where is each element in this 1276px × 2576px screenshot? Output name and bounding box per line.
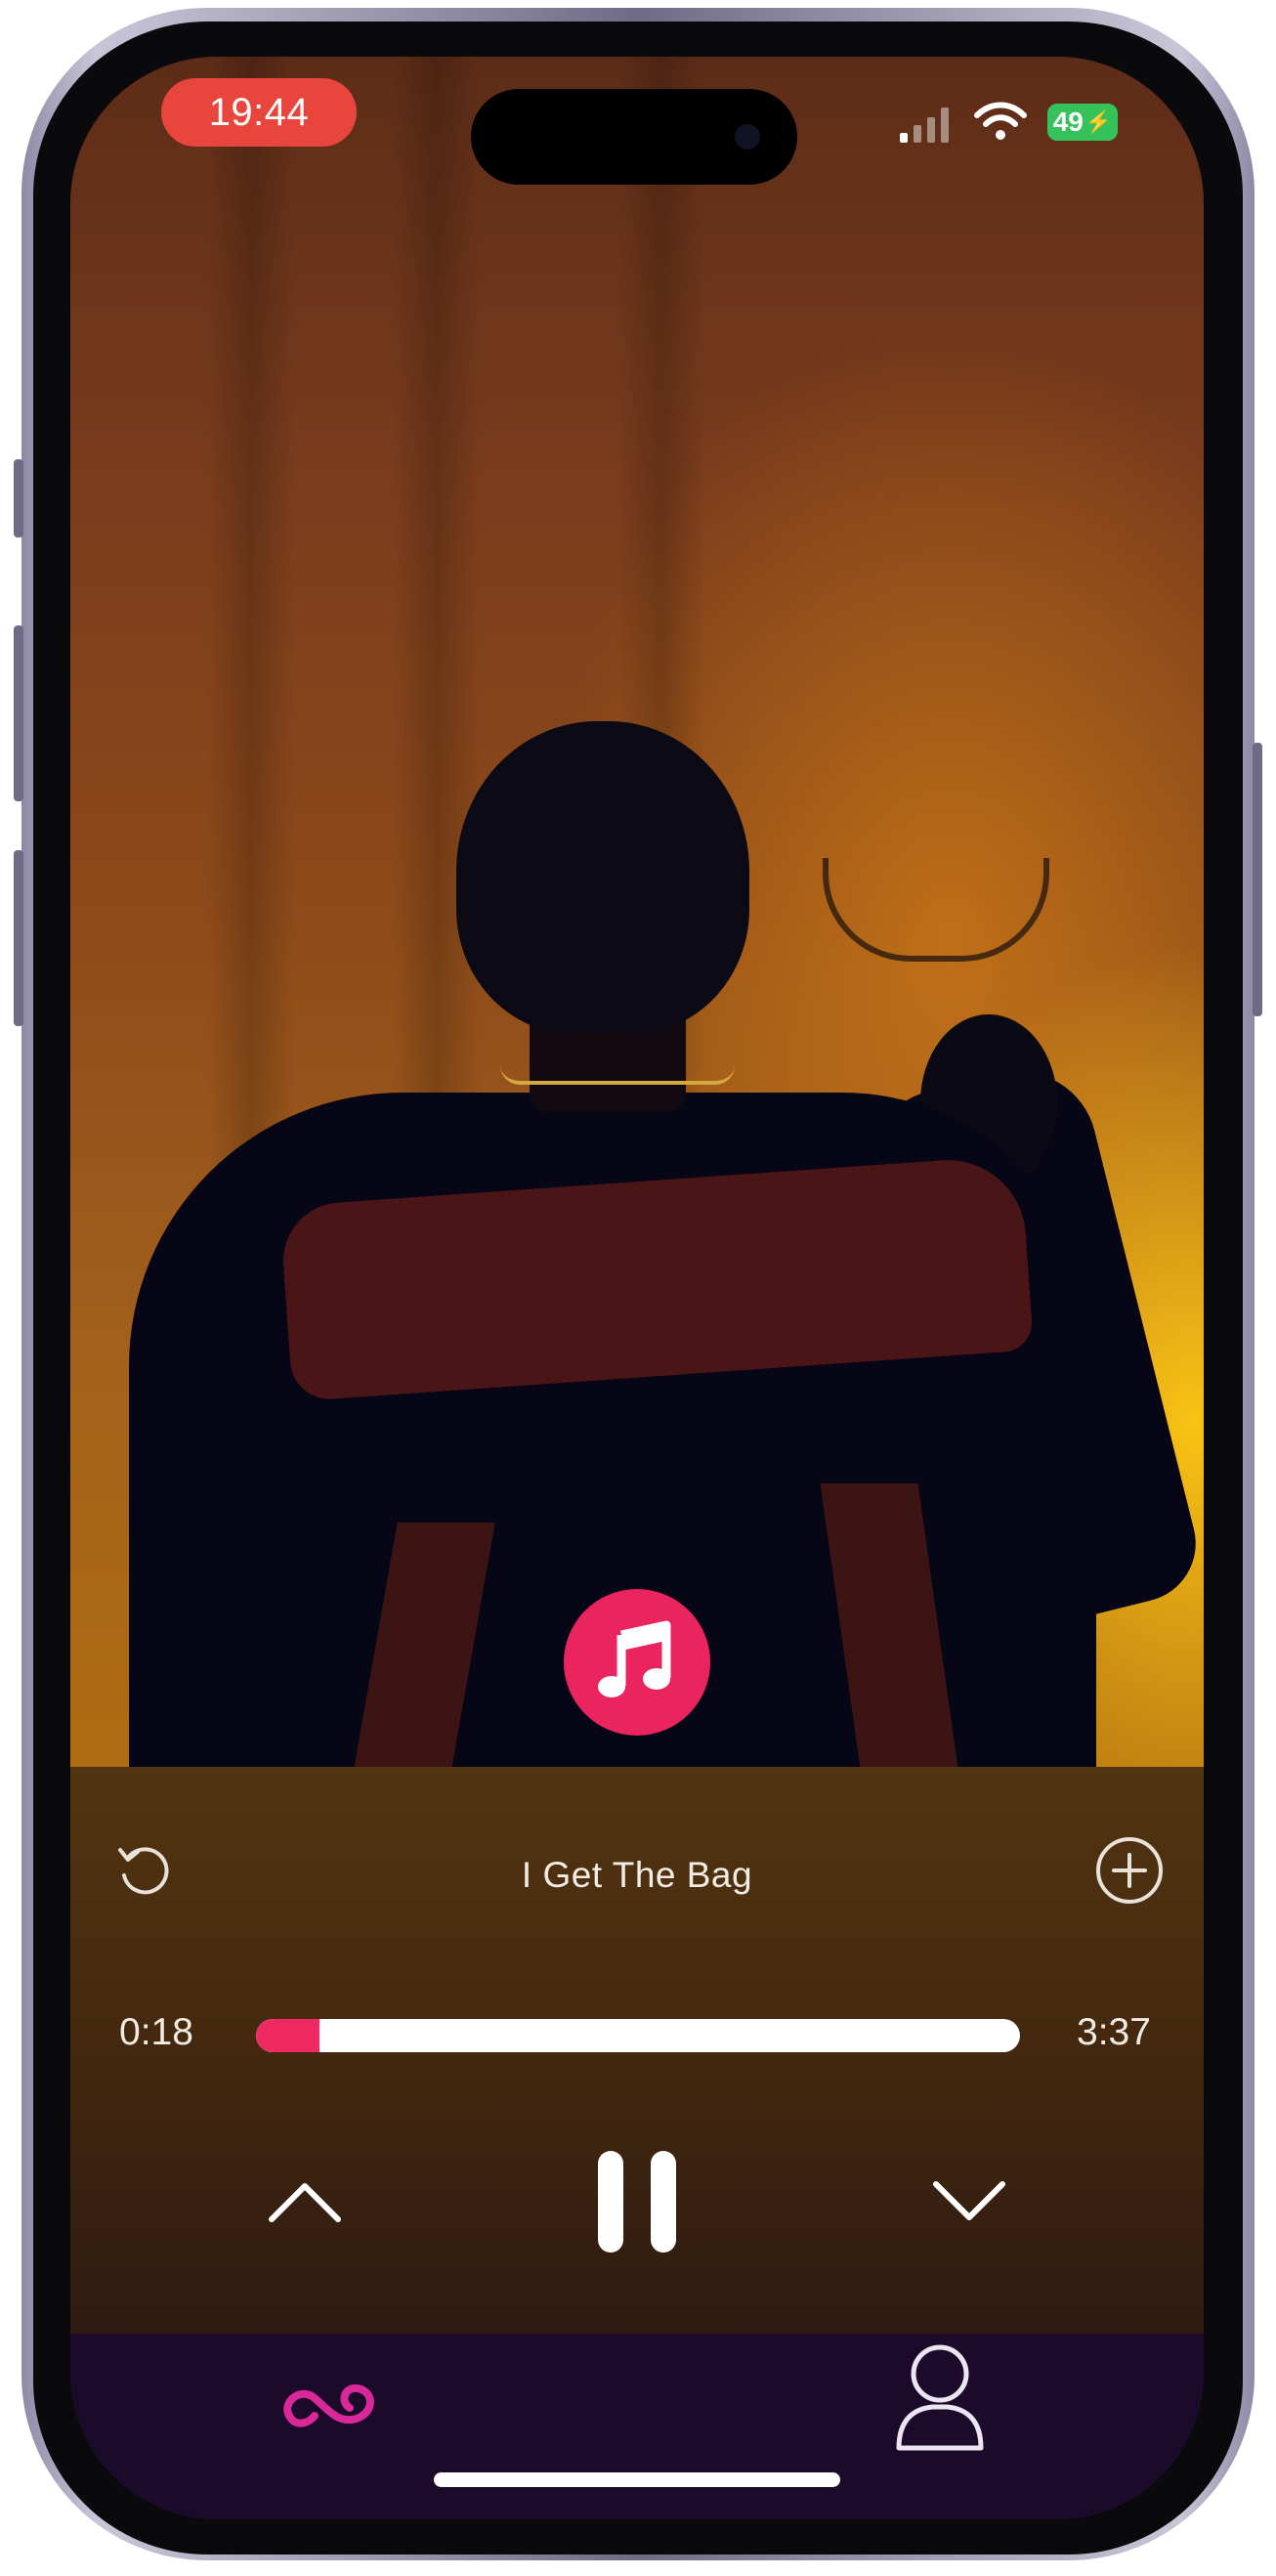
battery-indicator: 49 ⚡	[1047, 104, 1118, 141]
progress-bar[interactable]	[256, 2019, 1020, 2052]
figure-chain	[500, 1065, 735, 1085]
wifi-icon	[974, 102, 1027, 140]
progress-fill	[256, 2019, 319, 2052]
video-frame[interactable]	[70, 57, 1204, 1796]
tab-feed[interactable]	[266, 2353, 403, 2461]
song-title: I Get The Bag	[521, 1855, 753, 1895]
screen: I Get The Bag 0:18 3:37 19:44 49 ⚡	[70, 57, 1204, 2519]
dynamic-island	[471, 89, 797, 185]
chevron-down-icon	[933, 2181, 1005, 2220]
side-button-volume-down	[14, 850, 23, 1026]
pause-icon	[598, 2151, 676, 2253]
player-panel: I Get The Bag 0:18 3:37	[70, 1767, 1204, 2334]
music-note-icon	[598, 1620, 671, 1697]
home-indicator[interactable]	[434, 2472, 840, 2487]
battery-level: 49	[1052, 107, 1084, 137]
side-button-power	[1253, 743, 1262, 1016]
pause-button[interactable]	[578, 2138, 696, 2265]
replay-button[interactable]	[106, 1831, 184, 1910]
duration-time: 3:37	[1077, 2011, 1151, 2053]
music-button[interactable]	[564, 1589, 710, 1736]
signal-icon	[900, 107, 949, 143]
charging-bolt-icon: ⚡	[1085, 109, 1113, 134]
person-icon	[896, 2344, 984, 2451]
add-button[interactable]	[1090, 1831, 1169, 1910]
chevron-up-icon	[269, 2183, 341, 2222]
side-button-action	[14, 459, 23, 537]
chandelier	[823, 858, 1049, 962]
next-button[interactable]	[920, 2158, 1018, 2246]
tab-profile[interactable]	[872, 2334, 1008, 2461]
tab-bar	[70, 2334, 1204, 2519]
infinity-icon	[283, 2383, 374, 2427]
figure-head	[456, 721, 749, 1034]
status-time: 19:44	[161, 78, 357, 147]
elapsed-time: 0:18	[119, 2011, 193, 2053]
replay-icon	[118, 1847, 169, 1895]
previous-button[interactable]	[256, 2158, 354, 2246]
side-button-volume-up	[14, 625, 23, 801]
camera-icon	[735, 124, 760, 150]
plus-circle-icon	[1096, 1837, 1163, 1904]
